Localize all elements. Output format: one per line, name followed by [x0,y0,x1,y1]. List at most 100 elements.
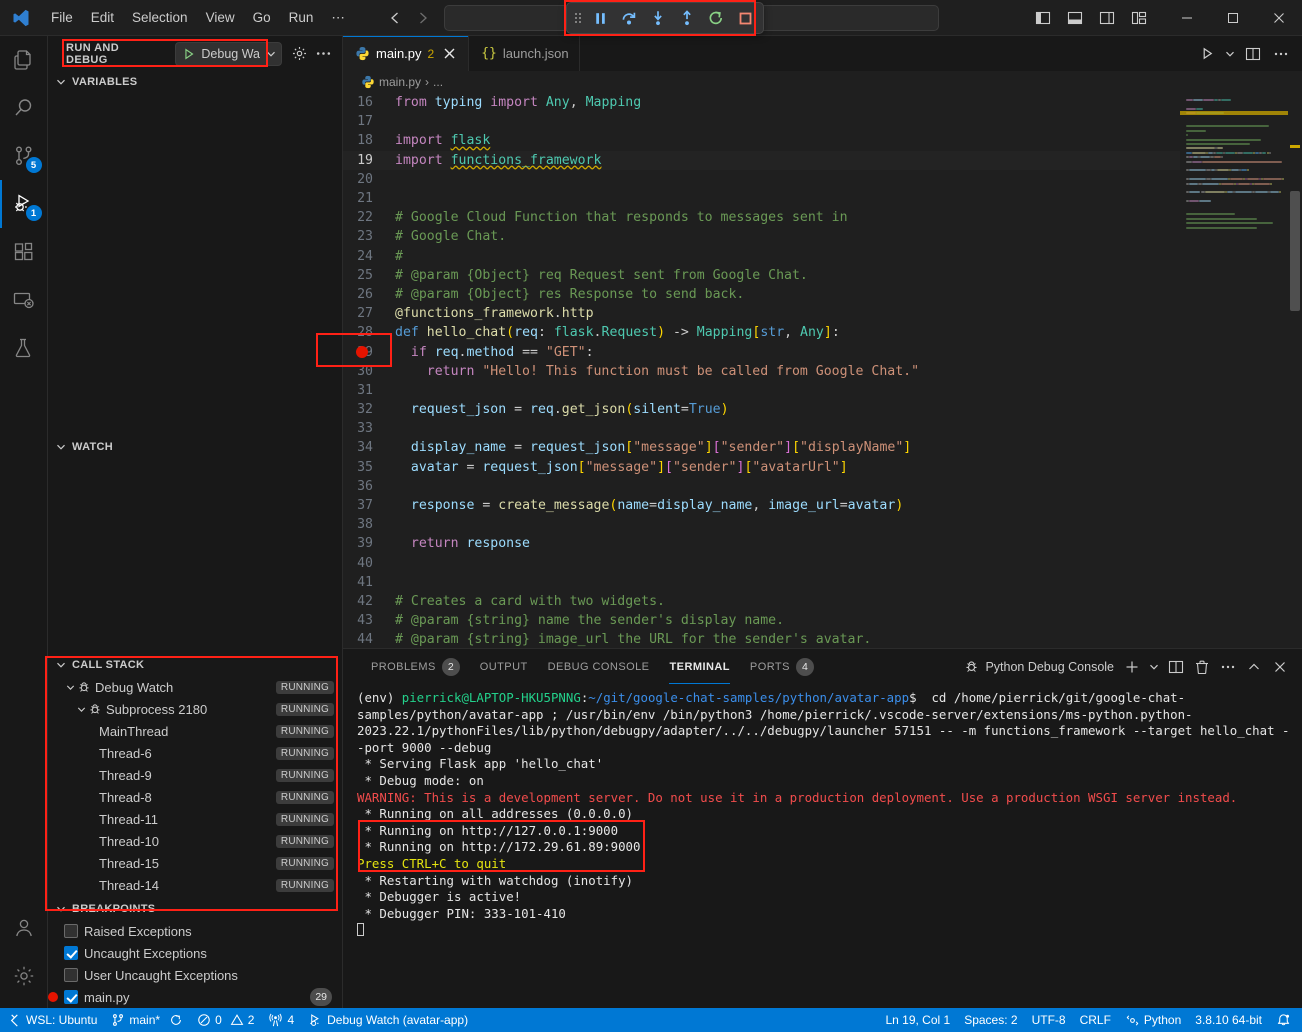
code-line[interactable]: 41 [343,573,1180,592]
stop-icon[interactable] [731,6,759,30]
status-indentation[interactable]: Spaces: 2 [957,1008,1024,1032]
chevron-down-icon[interactable] [1146,655,1162,679]
code-line[interactable]: 34 display_name = request_json["message"… [343,438,1180,457]
code-line[interactable]: 28def hello_chat(req: flask.Request) -> … [343,323,1180,342]
sidebar-item-source-control[interactable]: 5 [0,132,48,180]
debug-toolbar[interactable] [566,2,764,34]
code-line[interactable]: 43# @param {string} name the sender's di… [343,611,1180,630]
breadcrumb-file[interactable]: main.py [379,75,421,89]
sync-icon[interactable] [169,1013,183,1027]
breadcrumb[interactable]: main.py › ... [343,71,1302,93]
gear-icon[interactable] [288,43,310,65]
menu-run[interactable]: Run [280,4,323,32]
breakpoint-row[interactable]: User Uncaught Exceptions [48,964,342,986]
tab-terminal[interactable]: TERMINAL [659,649,739,684]
chevron-down-icon[interactable] [1222,41,1238,67]
call-stack-row[interactable]: Thread-11RUNNING [48,808,342,830]
more-actions-icon[interactable] [1216,655,1240,679]
call-stack-row[interactable]: MainThreadRUNNING [48,720,342,742]
tab-ports[interactable]: PORTS 4 [740,649,824,684]
code-line[interactable]: 23# Google Chat. [343,227,1180,246]
menu-go[interactable]: Go [244,4,280,32]
account-icon[interactable] [0,904,48,952]
play-icon[interactable] [182,47,196,61]
customize-layout-icon[interactable] [1124,4,1154,32]
code-line[interactable]: 42# Creates a card with two widgets. [343,592,1180,611]
minimize-icon[interactable] [1164,0,1210,36]
maximize-panel-icon[interactable] [1242,655,1266,679]
call-stack-row[interactable]: Thread-15RUNNING [48,852,342,874]
call-stack-row[interactable]: Thread-9RUNNING [48,764,342,786]
status-problems[interactable]: 0 2 [190,1008,261,1032]
new-terminal-icon[interactable] [1120,655,1144,679]
status-branch[interactable]: main* [104,1008,190,1032]
drag-handle-icon[interactable] [571,7,585,29]
breakpoint-row[interactable]: Raised Exceptions [48,920,342,942]
call-stack-row[interactable]: Subprocess 2180RUNNING [48,698,342,720]
pane-header-breakpoints[interactable]: BREAKPOINTS [48,898,342,920]
breakpoint-dot-icon[interactable] [356,346,368,358]
status-encoding[interactable]: UTF-8 [1025,1008,1073,1032]
menu-selection[interactable]: Selection [123,4,197,32]
status-eol[interactable]: CRLF [1073,1008,1118,1032]
code-line[interactable]: 37 response = create_message(name=displa… [343,496,1180,515]
sidebar-item-extensions[interactable] [0,228,48,276]
ellipsis-icon[interactable] [312,43,334,65]
step-into-icon[interactable] [644,6,672,30]
breakpoint-row[interactable]: main.py29 [48,986,342,1008]
menu-file[interactable]: File [42,4,82,32]
step-out-icon[interactable] [673,6,701,30]
status-cursor-position[interactable]: Ln 19, Col 1 [878,1008,957,1032]
status-debug-session[interactable]: Debug Watch (avatar-app) [301,1008,475,1032]
sidebar-item-run-and-debug[interactable]: 1 [0,180,48,228]
code-line[interactable]: 33 [343,419,1180,438]
tab-main-py[interactable]: main.py 2 [343,36,469,71]
pane-header-variables[interactable]: VARIABLES [48,71,342,93]
step-over-icon[interactable] [615,6,643,30]
editor-scrollbar[interactable] [1288,93,1302,648]
run-python-file-icon[interactable] [1194,41,1220,67]
maximize-icon[interactable] [1210,0,1256,36]
terminal-output[interactable]: (env) pierrick@LAPTOP-HKU5PNNG:~/git/goo… [343,684,1302,1008]
close-icon[interactable] [1256,0,1302,36]
split-terminal-icon[interactable] [1164,655,1188,679]
minimap[interactable] [1180,93,1288,648]
breakpoint-checkbox[interactable] [64,924,78,938]
code-line[interactable]: 38 [343,515,1180,534]
code-line[interactable]: 22# Google Cloud Function that responds … [343,208,1180,227]
tab-launch-json[interactable]: {} launch.json [469,36,579,71]
status-language-mode[interactable]: Python [1118,1008,1188,1032]
code-line[interactable]: 27@functions_framework.http [343,304,1180,323]
code-line[interactable]: 21 [343,189,1180,208]
status-ports[interactable]: 4 [261,1008,301,1032]
menu-view[interactable]: View [197,4,244,32]
breadcrumb-symbol[interactable]: ... [433,75,443,89]
breakpoint-row[interactable]: Uncaught Exceptions [48,942,342,964]
arrow-right-icon[interactable] [410,7,436,29]
code-line[interactable]: 32 request_json = req.get_json(silent=Tr… [343,400,1180,419]
close-panel-icon[interactable] [1268,655,1292,679]
code-line[interactable]: 30 return "Hello! This function must be … [343,362,1180,381]
sidebar-item-remote-explorer[interactable] [0,276,48,324]
menu-more[interactable]: ⋯ [322,4,354,32]
status-remote-indicator[interactable]: WSL: Ubuntu [0,1008,104,1032]
code-line[interactable]: 44# @param {string} image_url the URL fo… [343,630,1180,648]
status-interpreter[interactable]: 3.8.10 64-bit [1188,1008,1269,1032]
toggle-secondary-sidebar-icon[interactable] [1092,4,1122,32]
sidebar-item-testing[interactable] [0,324,48,372]
code-line[interactable]: 39 return response [343,534,1180,553]
split-editor-icon[interactable] [1240,41,1266,67]
toggle-primary-sidebar-icon[interactable] [1028,4,1058,32]
breakpoint-checkbox[interactable] [64,968,78,982]
breakpoint-checkbox[interactable] [64,990,78,1004]
call-stack-row[interactable]: Thread-8RUNNING [48,786,342,808]
launch-config-selector[interactable]: Debug Wa [175,42,282,66]
more-actions-icon[interactable] [1268,41,1294,67]
code-line[interactable]: 19import functions_framework [343,151,1180,170]
call-stack-row[interactable]: Thread-14RUNNING [48,874,342,896]
code-line[interactable]: 36 [343,477,1180,496]
call-stack-row[interactable]: Thread-10RUNNING [48,830,342,852]
code-line[interactable]: 24# [343,247,1180,266]
close-icon[interactable] [440,45,458,63]
scrollbar-thumb[interactable] [1290,191,1300,311]
